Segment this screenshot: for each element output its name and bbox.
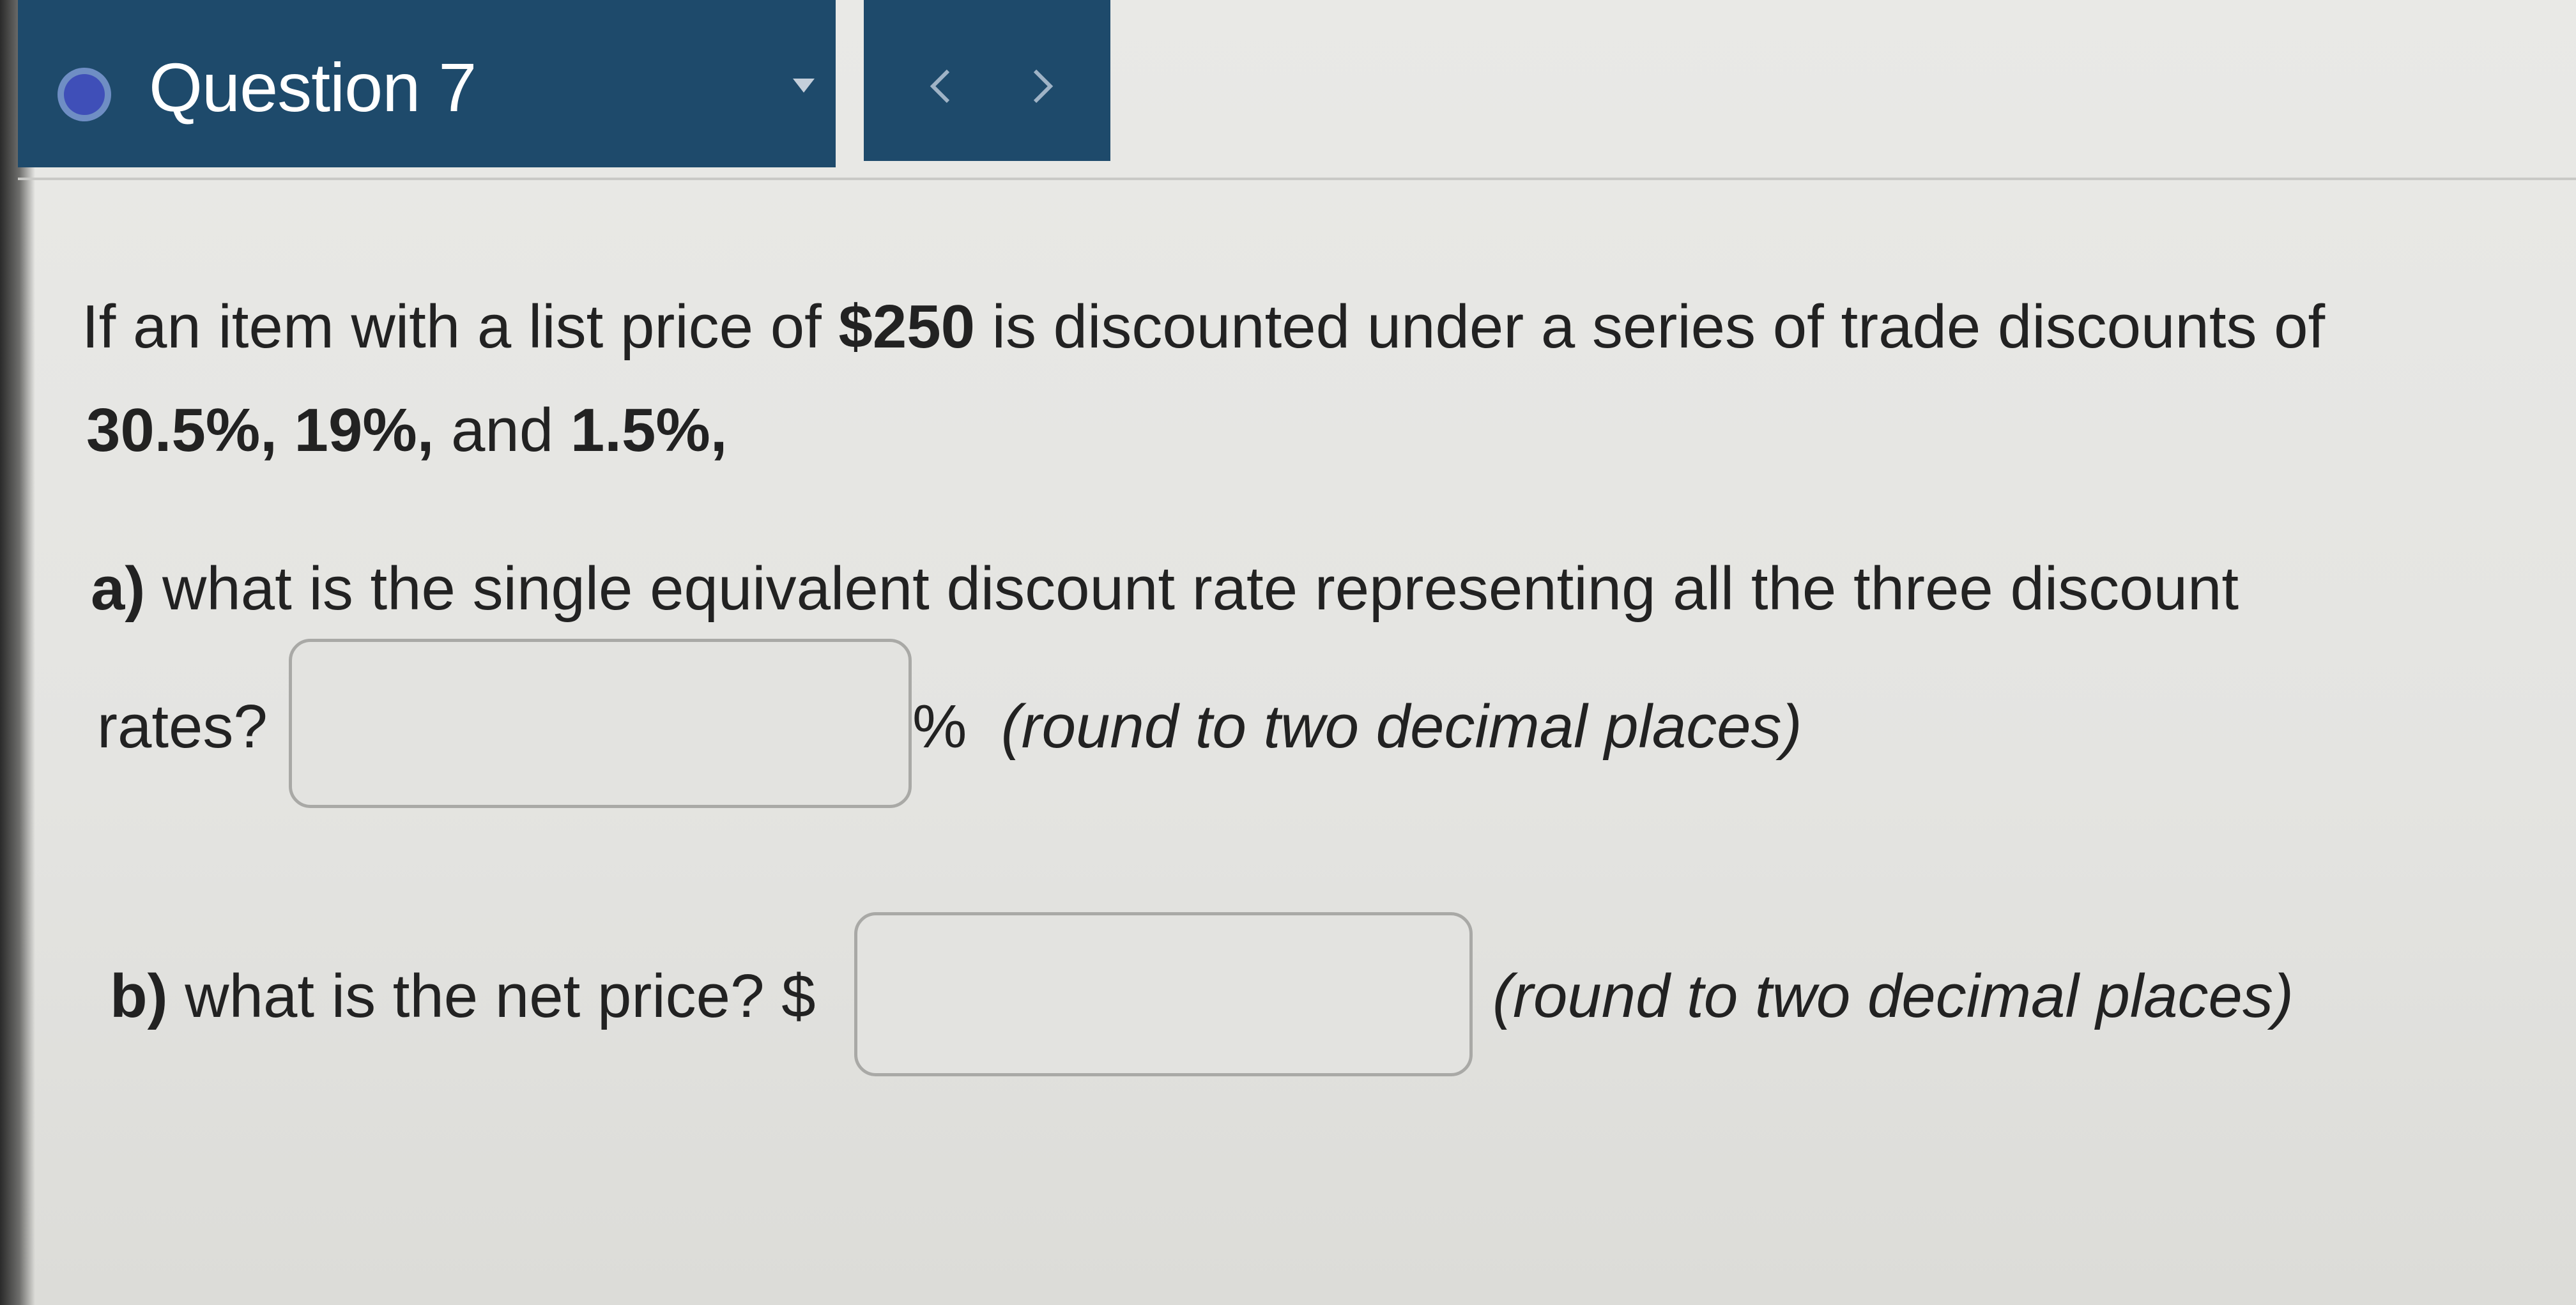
part-b-prompt: b) what is the net price? $ <box>110 958 816 1035</box>
part-b-answer-input[interactable] <box>854 912 1473 1076</box>
header-divider <box>18 178 2576 180</box>
chevron-right-icon[interactable] <box>1023 64 1062 109</box>
part-b-label: b) <box>110 962 168 1030</box>
list-price: $250 <box>838 293 975 361</box>
part-a-prompt: a) what is the single equivalent discoun… <box>91 551 2239 627</box>
part-b-rounding-hint: (round to two decimal places) <box>1492 962 2294 1030</box>
quiz-screen: Question 7 If an item with a list price … <box>0 0 2576 1305</box>
part-a-answer-input[interactable] <box>289 639 912 808</box>
discount-1: 30.5%, <box>86 396 277 464</box>
question-status-dot-icon <box>64 74 105 115</box>
caret-down-icon[interactable] <box>788 70 820 102</box>
left-edge-shadow <box>0 0 35 1305</box>
part-b-text: what is the net price? $ <box>167 962 816 1030</box>
part-a-rounding-hint: (round to two decimal places) <box>1000 692 1802 761</box>
stem-text-cont: is discounted under a series of trade di… <box>975 293 2326 361</box>
question-stem-line-1: If an item with a list price of $250 is … <box>82 289 2325 365</box>
part-a-label: a) <box>91 554 146 623</box>
part-a-text: what is the single equivalent discount r… <box>145 554 2239 623</box>
question-nav <box>864 0 1110 161</box>
part-a-hint: % (round to two decimal places) <box>912 689 1802 765</box>
discount-3: 1.5%, <box>570 396 728 464</box>
and-word: and <box>451 396 554 464</box>
discount-2: 19%, <box>294 396 434 464</box>
stem-text: If an item with a list price of <box>82 293 839 361</box>
part-a-prompt-cont: rates? <box>97 692 268 761</box>
percent-unit: % <box>912 692 967 761</box>
question-stem-line-2: 30.5%, 19%, and 1.5%, <box>86 392 727 469</box>
question-header: Question 7 <box>18 0 836 167</box>
chevron-left-icon[interactable] <box>921 64 960 109</box>
question-title: Question 7 <box>149 49 477 126</box>
